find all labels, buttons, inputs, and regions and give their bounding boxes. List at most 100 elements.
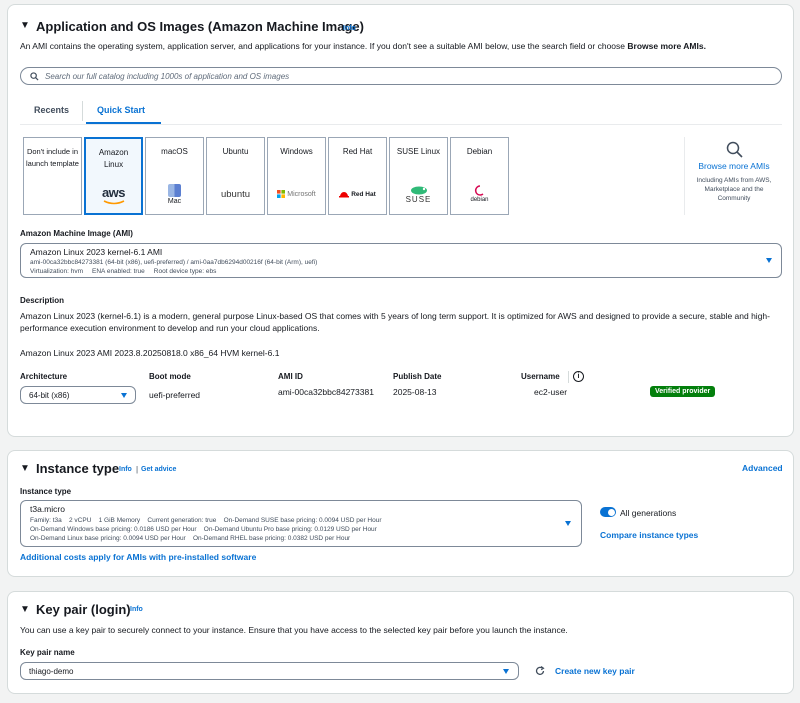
dropdown-arrow-icon [121,393,127,398]
publish-date-value: 2025-08-13 [393,387,437,397]
boot-mode-label: Boot mode [149,372,191,381]
instance-type-select[interactable]: t3a.micro Family: t3a 2 vCPU 1 GiB Memor… [20,500,582,547]
dropdown-arrow-icon [766,258,772,263]
key-pair-info-link[interactable]: Info [130,606,143,613]
tab-recents[interactable]: Recents [34,105,69,115]
ami-section-title: Application and OS Images (Amazon Machin… [36,19,364,34]
microsoft-logo-icon: Microsoft [268,180,325,208]
dropdown-arrow-icon [565,521,571,526]
architecture-select[interactable]: 64-bit (x86) [20,386,136,404]
instance-type-label: Instance type [20,487,72,496]
verified-provider-badge: Verified provider [650,386,716,397]
ami-meta: Virtualization: hvm ENA enabled: true Ro… [30,268,217,275]
ami-tile-debian[interactable]: Debian debian [450,137,509,215]
key-pair-name-label: Key pair name [20,648,75,657]
get-advice-link[interactable]: Get advice [141,466,176,473]
ami-tile-amazon-linux[interactable]: Amazon Linux aws [84,137,143,215]
microsoft-logo-text: Microsoft [287,190,316,198]
ami-id-label: AMI ID [278,372,303,381]
search-placeholder: Search our full catalog including 1000s … [45,71,290,81]
suse-logo-text: SUSE [405,194,432,204]
instance-details-line2: On-Demand Windows base pricing: 0.0186 U… [30,526,377,533]
browse-more-amis[interactable]: Browse more AMIs Including AMIs from AWS… [693,137,775,215]
dropdown-arrow-icon [503,669,509,674]
instance-details-line3: On-Demand Linux base pricing: 0.0094 USD… [30,535,351,542]
tile-label: SUSE Linux [396,147,441,156]
info-icon[interactable]: i [573,371,584,382]
publish-date-label: Publish Date [393,372,442,381]
key-pair-description: You can use a key pair to securely conne… [20,625,568,635]
ami-version: Amazon Linux 2023 AMI 2023.8.20250818.0 … [20,348,280,358]
ami-select[interactable]: Amazon Linux 2023 kernel-6.1 AMI ami-00c… [20,243,782,278]
instance-type-section: ▼ Instance type Info | Get advice Advanc… [7,450,794,577]
description-label: Description [20,296,65,305]
ami-selected-name: Amazon Linux 2023 kernel-6.1 AMI [30,247,163,257]
advanced-link[interactable]: Advanced [742,463,783,473]
instance-type-title: Instance type [36,461,120,476]
debian-logo-icon: debian [451,180,508,208]
instance-info-link[interactable]: Info [119,466,132,473]
description-text: Amazon Linux 2023 (kernel-6.1) is a mode… [20,311,770,333]
browse-more-amis-link[interactable]: Browse more AMIs [693,161,775,171]
debian-logo-text: debian [470,197,489,203]
additional-costs-link[interactable]: Additional costs apply for AMIs with pre… [20,552,256,562]
tab-divider [82,101,83,121]
mac-logo-icon: Mac [146,180,203,208]
ami-tile-none[interactable]: Don't include in launch template [23,137,82,215]
key-pair-select[interactable]: thiago-demo [20,662,519,680]
create-key-pair-link[interactable]: Create new key pair [555,666,635,676]
username-divider [568,371,569,383]
ami-tile-redhat[interactable]: Red Hat Red Hat [328,137,387,215]
key-pair-title: Key pair (login) [36,602,131,617]
mac-logo-text: Mac [167,197,182,205]
ami-ids: ami-00ca32bbc84273381 (64-bit (x86), uef… [30,259,318,266]
architecture-label: Architecture [20,372,68,381]
key-pair-value: thiago-demo [29,667,74,676]
suse-logo-icon: SUSE [390,180,447,208]
collapse-caret-icon[interactable]: ▼ [20,463,30,474]
link-separator: | [136,465,139,474]
username-label: Username [521,372,560,381]
ubuntu-logo-icon: ubuntu [207,180,264,208]
ami-tile-windows[interactable]: Windows Microsoft [267,137,326,215]
tile-label: Debian [466,147,493,156]
browse-divider [684,137,685,215]
ami-info-link[interactable]: Info [343,25,356,32]
tab-quick-start[interactable]: Quick Start [97,105,145,115]
ubuntu-logo-text: ubuntu [220,188,251,200]
ami-description: An AMI contains the operating system, ap… [20,41,706,51]
tile-label: Windows [280,147,313,156]
browse-more-subtext: Including AMIs from AWS, Marketplace and… [696,177,772,202]
redhat-logo-icon: Red Hat [329,180,386,208]
ami-tile-suse[interactable]: SUSE Linux SUSE [389,137,448,215]
ami-field-label: Amazon Machine Image (AMI) [20,229,133,238]
search-icon [726,141,743,158]
tabs-underline [20,124,782,125]
search-icon [30,72,39,81]
aws-logo-icon: aws [86,181,141,209]
username-value: ec2-user [534,387,568,397]
tile-label: Red Hat [342,147,373,156]
tile-label: Ubuntu [222,147,249,156]
instance-type-value: t3a.micro [30,504,65,514]
ami-id-value: ami-00ca32bbc84273381 [278,387,374,397]
collapse-caret-icon[interactable]: ▼ [20,604,30,615]
tile-label: Amazon Linux [98,148,129,169]
instance-details-line1: Family: t3a 2 vCPU 1 GiB Memory Current … [30,517,382,524]
collapse-caret-icon[interactable]: ▼ [20,20,30,31]
refresh-icon[interactable] [535,666,545,676]
redhat-logo-text: Red Hat [351,190,376,198]
all-generations-toggle[interactable] [600,507,616,517]
aws-logo-text: aws [101,185,126,200]
key-pair-section: ▼ Key pair (login) Info You can use a ke… [7,591,794,694]
ami-tile-ubuntu[interactable]: Ubuntu ubuntu [206,137,265,215]
boot-mode-value: uefi-preferred [149,390,201,400]
compare-instance-types-link[interactable]: Compare instance types [600,530,698,540]
tile-label: macOS [161,147,188,156]
architecture-value: 64-bit (x86) [29,391,70,400]
all-generations-label: All generations [620,508,677,518]
tile-label: Don't include in launch template [26,147,79,168]
ami-section: ▼ Application and OS Images (Amazon Mach… [7,4,794,437]
ami-tile-macos[interactable]: macOS Mac [145,137,204,215]
ami-search-input[interactable]: Search our full catalog including 1000s … [20,67,782,85]
